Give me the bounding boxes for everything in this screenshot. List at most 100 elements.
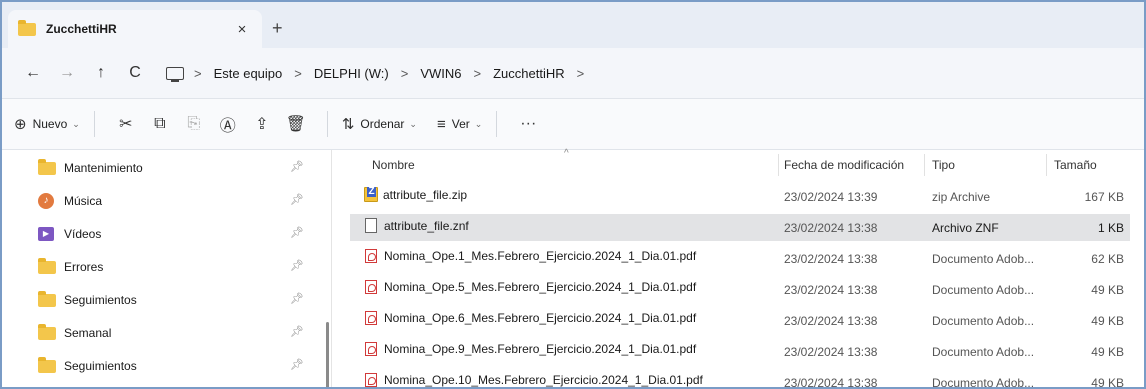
new-button[interactable]: ⊕ Nuevo ⌄ — [14, 115, 80, 133]
sort-button[interactable]: ⇅ Ordenar ⌄ — [342, 115, 417, 133]
sidebar-item-label: Semanal — [64, 326, 112, 340]
file-row[interactable]: Nomina_Ope.10_Mes.Febrero_Ejercicio.2024… — [350, 369, 1130, 389]
pdf-icon — [365, 342, 377, 356]
sidebar-item-mantenimiento[interactable]: Mantenimiento 📌︎ — [38, 154, 304, 182]
sidebar-item-seguimientos-2[interactable]: Seguimientos 📌︎ — [38, 352, 304, 380]
file-name: attribute_file.zip — [383, 187, 468, 202]
sidebar-item-semanal[interactable]: Semanal 📌︎ — [38, 319, 304, 347]
file-name: Nomina_Ope.1_Mes.Febrero_Ejercicio.2024_… — [384, 249, 697, 263]
view-button[interactable]: ≡ Ver ⌄ — [437, 116, 482, 133]
file-name: Nomina_Ope.9_Mes.Febrero_Ejercicio.2024_… — [384, 342, 697, 356]
computer-icon[interactable] — [166, 66, 184, 82]
folder-icon — [38, 323, 56, 340]
sidebar-item-videos[interactable]: ▶ Vídeos 📌︎ — [38, 220, 304, 248]
file-size: 49 KB — [1091, 345, 1124, 359]
file-size: 49 KB — [1091, 314, 1124, 328]
forward-button[interactable]: → — [50, 64, 84, 82]
sidebar-item-musica[interactable]: ♪ Música 📌︎ — [38, 187, 304, 215]
file-size: 167 KB — [1084, 190, 1124, 204]
file-row[interactable]: Nomina_Ope.9_Mes.Febrero_Ejercicio.2024_… — [350, 338, 1130, 365]
pin-icon: 📌︎ — [290, 194, 304, 206]
file-row-selected[interactable]: attribute_file.znf 23/02/2024 13:38 Arch… — [350, 214, 1130, 241]
explorer-window: ZucchettiHR × + ← → ↑ C > Este equipo > … — [0, 0, 1146, 389]
pdf-icon — [365, 280, 377, 294]
file-name-cell: Nomina_Ope.6_Mes.Febrero_Ejercicio.2024_… — [364, 311, 696, 325]
column-size[interactable]: Tamaño — [1054, 158, 1097, 172]
sidebar-item-label: Mantenimiento — [64, 161, 143, 175]
back-button[interactable]: ← — [16, 64, 50, 82]
file-row[interactable]: attribute_file.zip 23/02/2024 13:39 zip … — [350, 183, 1130, 210]
column-divider[interactable] — [924, 154, 925, 176]
new-tab-button[interactable]: + — [272, 18, 283, 39]
cut-icon[interactable]: ✂ — [109, 114, 143, 134]
more-options-icon[interactable]: ··· — [511, 115, 545, 133]
tab-strip: ZucchettiHR × + — [2, 2, 1144, 48]
file-date: 23/02/2024 13:38 — [784, 376, 878, 389]
file-row[interactable]: Nomina_Ope.5_Mes.Febrero_Ejercicio.2024_… — [350, 276, 1130, 303]
folder-icon — [38, 158, 56, 175]
zip-icon — [364, 187, 378, 202]
column-type[interactable]: Tipo — [932, 158, 955, 172]
plus-circle-icon: ⊕ — [14, 116, 27, 133]
paste-icon[interactable]: ⎘ — [177, 115, 211, 133]
sidebar-item-label: Errores — [64, 260, 104, 274]
column-divider[interactable] — [1046, 154, 1047, 176]
file-type: Documento Adob... — [932, 314, 1035, 328]
breadcrumb-zucchettihr[interactable]: ZucchettiHR — [487, 66, 571, 81]
divider — [496, 111, 498, 137]
folder-icon — [18, 19, 36, 36]
share-icon[interactable]: ⇪ — [245, 114, 279, 134]
breadcrumb[interactable]: > Este equipo > DELPHI (W:) > VWIN6 > Zu… — [166, 66, 591, 82]
sidebar-item-seguimientos[interactable]: Seguimientos 📌︎ — [38, 286, 304, 314]
file-name-cell: attribute_file.zip — [364, 187, 467, 202]
column-name[interactable]: Nombre — [372, 158, 415, 172]
sort-ascending-icon: ^ — [564, 148, 569, 159]
breadcrumb-este-equipo[interactable]: Este equipo — [208, 66, 289, 81]
sidebar-item-label: Música — [64, 194, 103, 208]
refresh-button[interactable]: C — [118, 64, 152, 82]
pdf-icon — [365, 373, 377, 387]
file-date: 23/02/2024 13:38 — [784, 283, 878, 297]
pdf-icon — [365, 311, 377, 325]
file-date: 23/02/2024 13:38 — [784, 345, 878, 359]
pin-icon: 📌︎ — [290, 359, 304, 371]
tab-zucchettihr[interactable]: ZucchettiHR × — [8, 10, 262, 48]
column-divider[interactable] — [778, 154, 779, 176]
breadcrumb-vwin6[interactable]: VWIN6 — [414, 66, 467, 81]
file-date: 23/02/2024 13:39 — [784, 190, 878, 204]
breadcrumb-separator[interactable]: > — [288, 66, 308, 81]
column-date[interactable]: Fecha de modificación — [784, 158, 904, 172]
view-list-icon: ≡ — [436, 115, 446, 133]
file-date: 23/02/2024 13:38 — [784, 252, 878, 266]
file-row[interactable]: Nomina_Ope.6_Mes.Febrero_Ejercicio.2024_… — [350, 307, 1130, 334]
copy-icon[interactable]: ⧉ — [143, 115, 177, 133]
breadcrumb-separator[interactable]: > — [468, 66, 488, 81]
rename-icon[interactable]: Ⓐ — [211, 112, 245, 136]
pin-icon: 📌︎ — [290, 293, 304, 305]
video-icon: ▶ — [38, 227, 54, 241]
breadcrumb-delphi[interactable]: DELPHI (W:) — [308, 66, 395, 81]
sidebar-item-errores[interactable]: Errores 📌︎ — [38, 253, 304, 281]
chevron-down-icon: ⌄ — [474, 118, 483, 129]
divider — [93, 111, 95, 137]
file-date: 23/02/2024 13:38 — [784, 221, 878, 235]
file-row[interactable]: Nomina_Ope.1_Mes.Febrero_Ejercicio.2024_… — [350, 245, 1130, 272]
close-tab-icon[interactable]: × — [232, 21, 252, 38]
up-button[interactable]: ↑ — [84, 64, 118, 82]
sidebar-scrollbar[interactable] — [326, 322, 329, 387]
file-size: 1 KB — [1097, 221, 1124, 235]
divider — [326, 111, 328, 137]
breadcrumb-separator[interactable]: > — [395, 66, 415, 81]
file-icon — [365, 218, 377, 233]
file-date: 23/02/2024 13:38 — [784, 314, 878, 328]
sidebar-item-label: Seguimientos — [64, 359, 137, 373]
file-size: 49 KB — [1091, 376, 1124, 389]
file-size: 49 KB — [1091, 283, 1124, 297]
breadcrumb-separator[interactable]: > — [188, 66, 208, 81]
file-type: Documento Adob... — [932, 252, 1035, 266]
pin-icon: 📌︎ — [290, 227, 304, 239]
delete-icon[interactable]: 🗑 — [279, 114, 313, 134]
breadcrumb-separator[interactable]: > — [571, 66, 591, 81]
sidebar-item-label: Seguimientos — [64, 293, 137, 307]
navigation-pane: Mantenimiento 📌︎ ♪ Música 📌︎ ▶ Vídeos 📌︎… — [2, 150, 332, 387]
